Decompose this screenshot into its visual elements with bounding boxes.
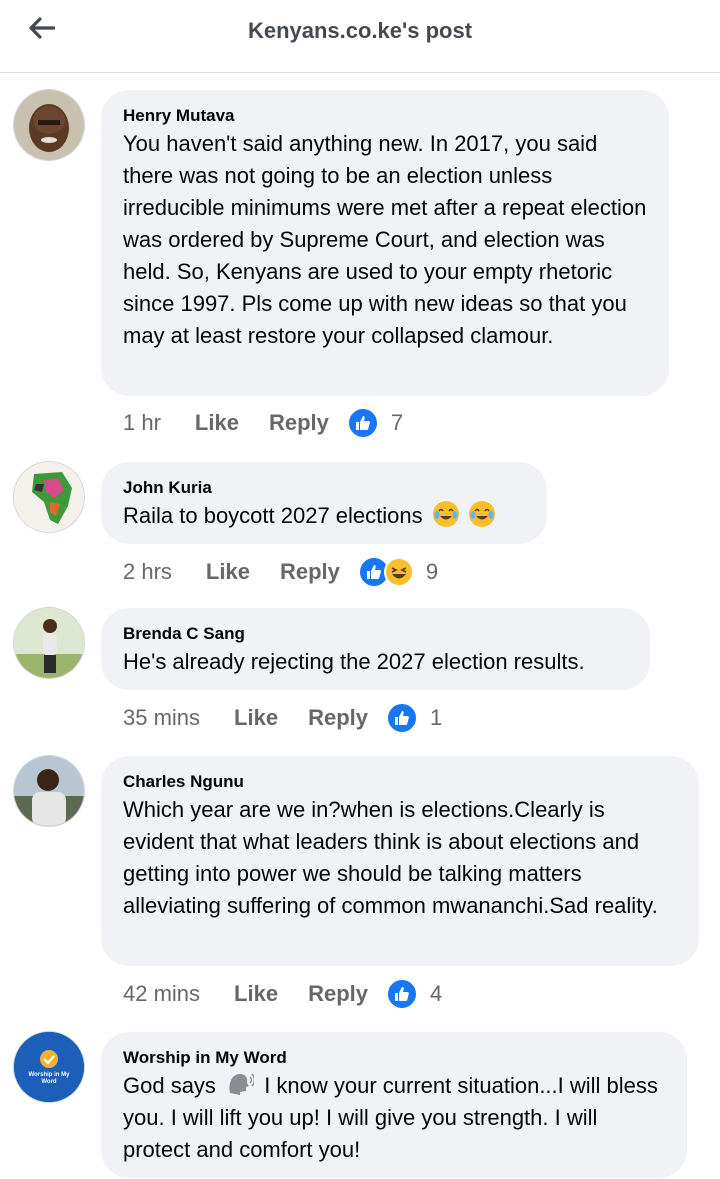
comment-time[interactable]: 35 mins [123,705,200,731]
comment-author[interactable]: John Kuria [123,478,525,498]
comment-text: Raila to boycott 2027 elections [123,503,423,528]
reaction-summary[interactable] [346,407,379,439]
comment-text: You haven't said anything new. In 2017, … [123,131,647,348]
comment-bubble: Charles Ngunu Which year are we in?when … [101,756,699,966]
like-button[interactable]: Like [206,559,250,585]
comment-time[interactable]: 1 hr [123,410,161,436]
reply-button[interactable]: Reply [308,705,368,731]
reaction-count: 7 [390,410,404,435]
comment-actions: 2 hrs Like Reply 9 [123,555,438,589]
comment-actions: 1 hr Like Reply 7 [123,406,403,440]
comment-author[interactable]: Charles Ngunu [123,772,677,792]
comment-author[interactable]: Worship in My Word [123,1048,665,1068]
comment-author[interactable]: Brenda C Sang [123,624,628,644]
avatar[interactable] [14,462,84,532]
comment-bubble: Brenda C Sang He's already rejecting the… [101,608,650,690]
tears-of-joy-emoji-icon [432,501,459,527]
avatar[interactable] [14,756,84,826]
comment-bubble: Henry Mutava You haven't said anything n… [101,90,669,396]
like-button[interactable]: Like [195,410,239,436]
reply-button[interactable]: Reply [308,981,368,1007]
comment-author[interactable]: Henry Mutava [123,106,647,126]
like-button[interactable]: Like [234,705,278,731]
reaction-count: 9 [425,559,439,584]
reply-button[interactable]: Reply [269,410,329,436]
comment-actions: 35 mins Like Reply 1 [123,701,442,735]
speaking-head-emoji-icon [226,1071,256,1097]
avatar[interactable] [14,90,84,160]
reply-button[interactable]: Reply [280,559,340,585]
avatar-label: Worship in My Word [28,1072,70,1085]
comment-text: Which year are we in?when is elections.C… [123,797,658,918]
reaction-count: 4 [430,981,443,1006]
like-icon [386,702,418,734]
haha-icon [383,557,414,587]
comment-actions: 42 mins Like Reply 4 [123,977,442,1011]
like-icon [386,978,418,1010]
like-button[interactable]: Like [234,981,278,1007]
page-title: Kenyans.co.ke's post [247,18,473,43]
reaction-count: 1 [430,705,443,730]
comment-bubble: Worship in My Word God says I know your … [101,1032,687,1178]
avatar[interactable] [14,608,84,678]
comment-text: He's already rejecting the 2027 election… [123,649,585,674]
header-bar: Kenyans.co.ke's post [0,0,720,73]
comment-time[interactable]: 2 hrs [123,559,172,585]
avatar[interactable]: Worship in My Word [14,1032,84,1102]
comment-time[interactable]: 42 mins [123,981,200,1007]
like-icon [346,407,379,439]
tears-of-joy-emoji-icon [468,501,495,527]
reaction-summary[interactable] [386,978,418,1010]
reaction-summary[interactable] [386,702,418,734]
comment-bubble: John Kuria Raila to boycott 2027 electio… [101,462,547,544]
reaction-summary[interactable] [357,556,414,588]
comment-text: God says [123,1073,216,1098]
